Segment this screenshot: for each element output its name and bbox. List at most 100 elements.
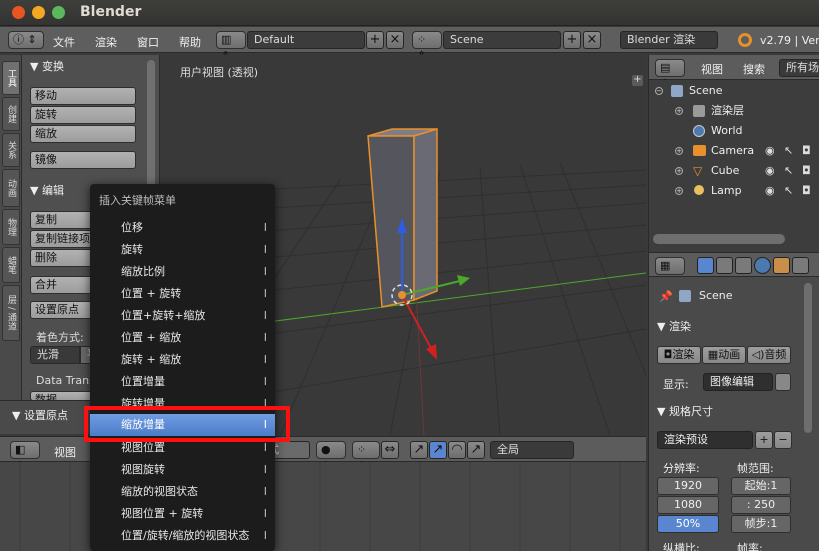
render-tab-icon[interactable] [697, 257, 714, 274]
scale-manipulator-icon[interactable]: ↗ [467, 441, 485, 459]
tab-tools[interactable]: 工具 [2, 61, 20, 95]
modifier-tab-icon[interactable] [792, 257, 809, 274]
manipulator-icon[interactable]: ↗ [410, 441, 428, 459]
remove-preset-icon[interactable]: − [774, 431, 792, 449]
orientation-select[interactable]: 全局 [490, 441, 574, 459]
maximize-window-button[interactable] [52, 6, 65, 19]
outliner-menu-search[interactable]: 搜索 [743, 61, 765, 77]
layout-name-field[interactable]: Default [247, 31, 365, 49]
outliner-row-camera[interactable]: + Camera ◉ ↖ ◘ [649, 141, 819, 161]
properties-editor-type-button[interactable]: ▦ ⇕ [655, 257, 685, 288]
tab-animation[interactable]: 动画 [2, 169, 20, 207]
collapse-icon[interactable]: − [655, 87, 663, 95]
add-layout-icon[interactable]: + [366, 31, 384, 49]
scene-name-field[interactable]: Scene [443, 31, 561, 49]
keyframe-item-loc-rot-scale[interactable]: 位置+旋转+缩放 I [90, 305, 275, 327]
render-audio-button[interactable]: ◁)音频 [747, 346, 791, 364]
world-tab-icon[interactable] [754, 257, 771, 274]
keyframe-item-delta-location[interactable]: 位置增量 I [90, 371, 275, 393]
menu-file[interactable]: 文件 [53, 34, 75, 50]
outliner-editor-type-button[interactable]: ▤ ⇕ [655, 59, 685, 90]
select-arrow-icon[interactable]: ↖ [784, 141, 793, 161]
render-engine-select[interactable]: Blender 渲染 [620, 31, 718, 49]
render-animation-button[interactable]: ▦动画 [702, 346, 746, 364]
rotate-button[interactable]: 旋转 [30, 106, 136, 124]
menu-render[interactable]: 渲染 [95, 34, 117, 50]
tab-grease-pencil[interactable]: 蜡笔 [2, 247, 20, 283]
render-layers-tab-icon[interactable] [716, 257, 733, 274]
outliner-row-world[interactable]: World [649, 121, 819, 141]
scene-tab-icon[interactable] [735, 257, 752, 274]
outliner-display-mode-select[interactable]: 所有场 [779, 59, 819, 77]
tab-create[interactable]: 创建 [2, 97, 20, 131]
outliner-row-cube[interactable]: + ▽ Cube ◉ ↖ ◘ [649, 161, 819, 181]
keyframe-item-visual-loc-rot[interactable]: 视图位置 + 旋转 I [90, 503, 275, 525]
manipulator-toggle-icon[interactable]: ⇔ [381, 441, 399, 459]
keyframe-item-visual-scaling[interactable]: 缩放的视图状态 I [90, 481, 275, 503]
add-preset-icon[interactable]: + [755, 431, 773, 449]
minimize-window-button[interactable] [32, 6, 45, 19]
mirror-button[interactable]: 镜像 [30, 151, 136, 169]
resolution-percentage-field[interactable]: 50% [657, 515, 719, 533]
tab-relations[interactable]: 关系 [2, 133, 20, 167]
y-arrow-head[interactable] [426, 344, 437, 360]
tab-physics[interactable]: 物理 [2, 209, 20, 245]
layout-selector-button[interactable]: ▥ ⇕ [216, 31, 246, 62]
menu-view[interactable]: 视图 [54, 444, 76, 460]
visibility-eye-icon[interactable]: ◉ [765, 141, 775, 161]
remove-scene-icon[interactable]: × [583, 31, 601, 49]
dimensions-panel-header[interactable]: ▼ 规格尺寸 [657, 403, 713, 419]
translate-button[interactable]: 移动 [30, 87, 136, 105]
scene-selector-button[interactable]: ⁘ ⇕ [412, 31, 442, 62]
outliner-horizontal-scrollbar[interactable] [653, 234, 785, 244]
expand-icon[interactable]: + [675, 107, 683, 115]
viewport-properties-toggle-icon[interactable]: + [632, 75, 643, 86]
outliner-row-render-layers[interactable]: + 渲染层 [649, 101, 819, 121]
keyframe-item-visual-loc-rot-scale[interactable]: 位置/旋转/缩放的视图状态 I [90, 525, 275, 547]
render-panel-header[interactable]: ▼ 渲染 [657, 318, 691, 334]
frame-end-field[interactable]: : 250 [731, 496, 791, 514]
view-editor-type-button[interactable]: ◧ ⇕ [10, 441, 40, 472]
close-window-button[interactable] [12, 6, 25, 19]
object-tab-icon[interactable] [773, 257, 790, 274]
viewport-shading-button[interactable]: ● ⇕ [316, 441, 346, 472]
render-camera-icon[interactable]: ◘ [802, 161, 811, 181]
lock-interface-icon[interactable] [775, 373, 791, 391]
pivot-point-button[interactable]: ⁘⇕ [352, 441, 380, 472]
expand-icon[interactable]: + [675, 147, 683, 155]
render-camera-icon[interactable]: ◘ [802, 141, 811, 161]
edit-panel-header[interactable]: ▼ 编辑 [30, 182, 64, 198]
keyframe-item-loc-rot[interactable]: 位置 + 旋转 I [90, 283, 275, 305]
add-scene-icon[interactable]: + [563, 31, 581, 49]
select-arrow-icon[interactable]: ↖ [784, 181, 793, 201]
keyframe-item-location[interactable]: 位移 I [90, 217, 275, 239]
outliner-menu-view[interactable]: 视图 [701, 61, 723, 77]
translate-manipulator-icon[interactable]: ↗ [429, 441, 447, 459]
x-arrow-head[interactable] [457, 275, 470, 286]
render-image-button[interactable]: ◘渲染 [657, 346, 701, 364]
tab-layers[interactable]: 层 / 通道 [2, 285, 20, 341]
visibility-eye-icon[interactable]: ◉ [765, 181, 775, 201]
rotate-manipulator-icon[interactable]: ◠ [448, 441, 466, 459]
expand-icon[interactable]: + [675, 187, 683, 195]
shading-smooth-button[interactable]: 光滑 [30, 346, 80, 364]
select-arrow-icon[interactable]: ↖ [784, 161, 793, 181]
keyframe-item-visual-rotation[interactable]: 视图旋转 I [90, 459, 275, 481]
keyframe-item-rot-scale[interactable]: 旋转 + 缩放 I [90, 349, 275, 371]
resolution-y-field[interactable]: 1080 [657, 496, 719, 514]
visibility-eye-icon[interactable]: ◉ [765, 161, 775, 181]
render-preset-select[interactable]: 渲染预设 [657, 431, 753, 449]
transform-panel-header[interactable]: ▼ 变换 [30, 58, 64, 74]
display-mode-select[interactable]: 图像编辑 [703, 373, 773, 391]
expand-icon[interactable]: + [675, 167, 683, 175]
frame-start-field[interactable]: 起始:1 [731, 477, 791, 495]
keyframe-item-scaling[interactable]: 缩放比例 I [90, 261, 275, 283]
pin-icon[interactable]: 📌 [659, 290, 673, 303]
menu-window[interactable]: 窗口 [137, 34, 159, 50]
menu-help[interactable]: 帮助 [179, 34, 201, 50]
remove-layout-icon[interactable]: × [386, 31, 404, 49]
resolution-x-field[interactable]: 1920 [657, 477, 719, 495]
keyframe-item-loc-scale[interactable]: 位置 + 缩放 I [90, 327, 275, 349]
keyframe-item-rotation[interactable]: 旋转 I [90, 239, 275, 261]
outliner-row-scene[interactable]: − Scene [649, 81, 819, 101]
